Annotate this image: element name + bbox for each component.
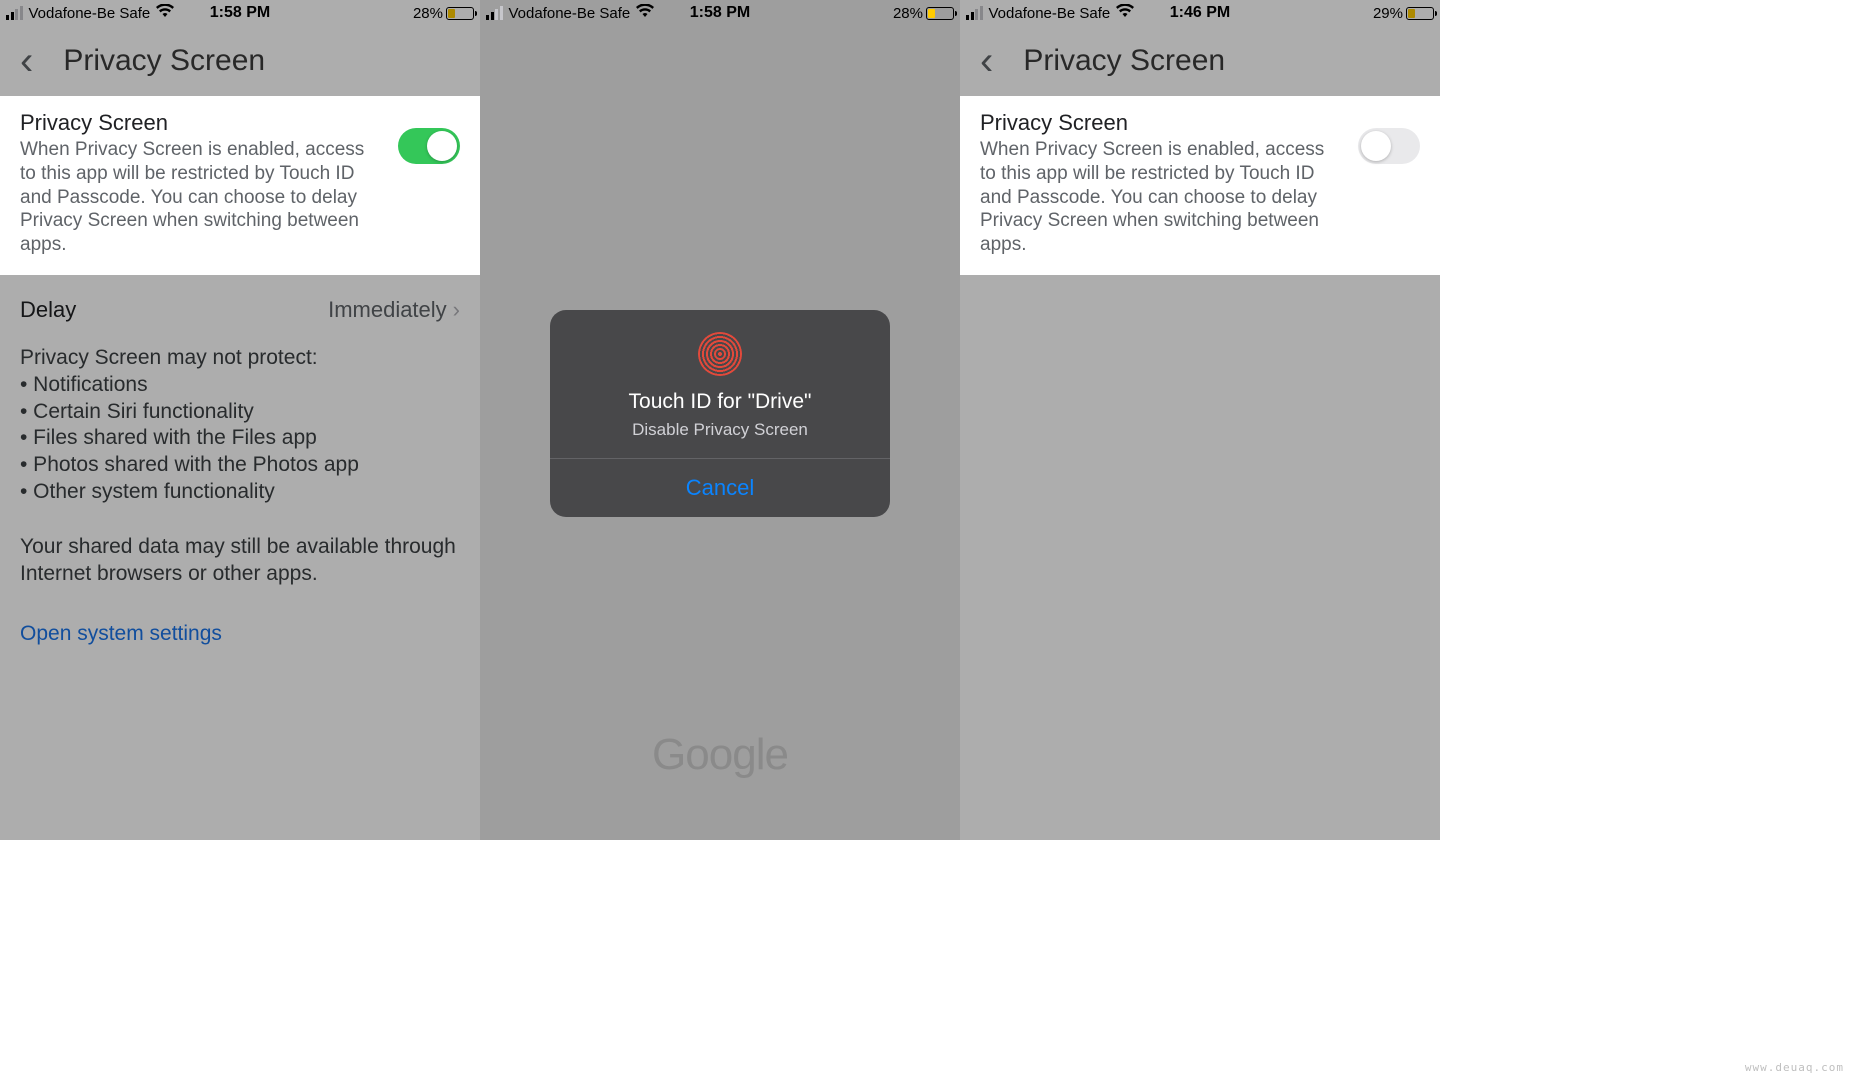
info-heading: Privacy Screen may not protect: [20, 345, 460, 372]
delay-value: Immediately [328, 297, 447, 323]
open-system-settings-link[interactable]: Open system settings [20, 622, 222, 646]
clock-label: 1:46 PM [1170, 4, 1230, 22]
back-button[interactable]: ‹ [980, 41, 993, 81]
phone-middle: Vodafone-Be Safe 1:58 PM 28% Touch ID fo… [480, 0, 960, 840]
watermark: www.deuaq.com [1745, 1061, 1844, 1074]
privacy-screen-toggle[interactable] [398, 128, 460, 164]
settings-body: Delay Immediately › Privacy Screen may n… [0, 275, 480, 840]
page-title: Privacy Screen [1023, 44, 1225, 78]
carrier-label: Vodafone-Be Safe [989, 5, 1111, 22]
signal-icon [966, 6, 983, 20]
clock-label: 1:58 PM [210, 4, 270, 22]
info-bullet: • Notifications [20, 372, 460, 399]
card-title: Privacy Screen [980, 110, 1338, 136]
statusbar: Vodafone-Be Safe 1:58 PM 28% [480, 0, 960, 26]
battery-icon [1406, 7, 1434, 20]
cancel-button[interactable]: Cancel [550, 458, 890, 517]
privacy-screen-card: Privacy Screen When Privacy Screen is en… [0, 96, 480, 275]
clock-label: 1:58 PM [690, 4, 750, 22]
signal-icon [486, 6, 503, 20]
page-title: Privacy Screen [63, 44, 265, 78]
touchid-subtitle: Disable Privacy Screen [570, 420, 870, 440]
privacy-screen-card: Privacy Screen When Privacy Screen is en… [960, 96, 1440, 275]
phone-right: Vodafone-Be Safe 1:46 PM 29% ‹ Privacy S… [960, 0, 1440, 840]
signal-icon [6, 6, 23, 20]
card-desc: When Privacy Screen is enabled, access t… [20, 138, 378, 257]
wifi-icon [1116, 4, 1134, 22]
battery-icon [446, 7, 474, 20]
card-desc: When Privacy Screen is enabled, access t… [980, 138, 1338, 257]
settings-body [960, 275, 1440, 840]
back-button[interactable]: ‹ [20, 41, 33, 81]
touchid-title: Touch ID for "Drive" [570, 390, 870, 414]
touchid-modal: Touch ID for "Drive" Disable Privacy Scr… [550, 310, 890, 517]
statusbar: Vodafone-Be Safe 1:58 PM 28% [0, 0, 480, 26]
delay-label: Delay [20, 297, 76, 323]
card-title: Privacy Screen [20, 110, 378, 136]
info-bullet: • Files shared with the Files app [20, 425, 460, 452]
info-block: Privacy Screen may not protect: • Notifi… [20, 345, 460, 588]
privacy-screen-toggle[interactable] [1358, 128, 1420, 164]
statusbar: Vodafone-Be Safe 1:46 PM 29% [960, 0, 1440, 26]
info-footer: Your shared data may still be available … [20, 534, 460, 588]
info-bullet: • Other system functionality [20, 479, 460, 506]
phone-left: Vodafone-Be Safe 1:58 PM 28% ‹ Privacy S… [0, 0, 480, 840]
battery-percent: 28% [413, 5, 443, 22]
wifi-icon [636, 4, 654, 22]
battery-percent: 29% [1373, 5, 1403, 22]
battery-icon [926, 7, 954, 20]
carrier-label: Vodafone-Be Safe [509, 5, 631, 22]
fingerprint-icon [698, 332, 742, 376]
wifi-icon [156, 4, 174, 22]
nav-header: ‹ Privacy Screen [960, 26, 1440, 96]
battery-percent: 28% [893, 5, 923, 22]
info-bullet: • Certain Siri functionality [20, 399, 460, 426]
google-logo: Google [652, 730, 788, 780]
info-bullet: • Photos shared with the Photos app [20, 452, 460, 479]
delay-row[interactable]: Delay Immediately › [20, 275, 460, 345]
nav-header: ‹ Privacy Screen [0, 26, 480, 96]
carrier-label: Vodafone-Be Safe [29, 5, 151, 22]
chevron-right-icon: › [453, 297, 460, 323]
